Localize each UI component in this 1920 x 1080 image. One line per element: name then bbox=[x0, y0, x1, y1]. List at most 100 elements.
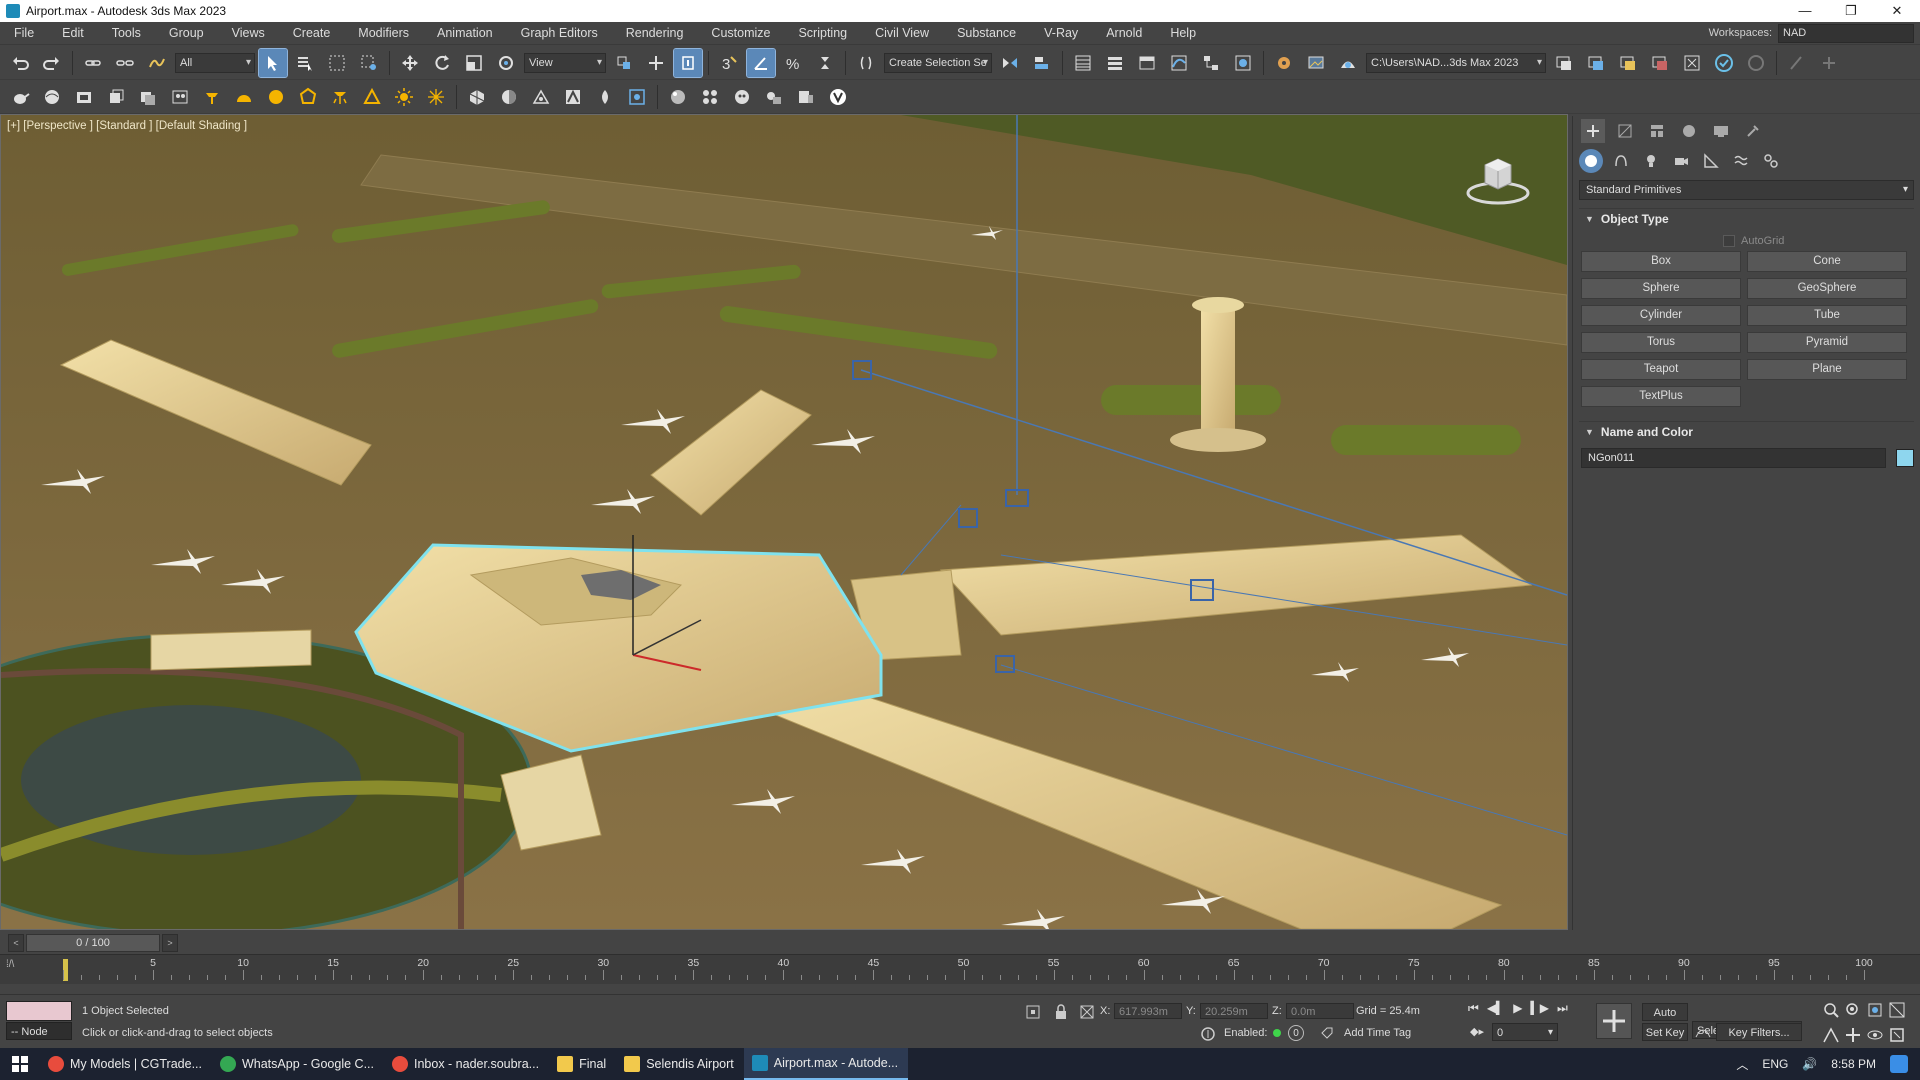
material-editor-compact-icon[interactable] bbox=[760, 83, 788, 111]
perspective-viewport[interactable]: [+] [Perspective ] [Standard ] [Default … bbox=[0, 114, 1568, 930]
key-mode-toggle-icon[interactable]: ◆▸ bbox=[1470, 1025, 1484, 1038]
menu-edit[interactable]: Edit bbox=[48, 22, 98, 45]
show-hidden-icons-icon[interactable]: ︿ bbox=[1736, 1056, 1748, 1073]
project-folder-dropdown[interactable]: C:\Users\NAD...3ds Max 2023 bbox=[1366, 52, 1546, 73]
set-key-button[interactable]: Set Key bbox=[1642, 1023, 1688, 1041]
snaps-toggle-icon[interactable]: 3 bbox=[715, 49, 743, 77]
edit-named-selection-icon[interactable] bbox=[852, 49, 880, 77]
zoom-extents-all-icon[interactable] bbox=[1888, 1001, 1910, 1022]
sphere-button[interactable]: Sphere bbox=[1581, 278, 1741, 299]
taskbar-app-cgtrader[interactable]: My Models | CGTrade... bbox=[40, 1048, 212, 1080]
bind-space-warp-icon[interactable] bbox=[143, 49, 171, 77]
lights-icon[interactable] bbox=[1639, 149, 1663, 173]
maximize-viewport-icon[interactable] bbox=[1888, 1026, 1910, 1047]
previous-key-icon[interactable]: ◀▍ bbox=[1487, 1001, 1505, 1016]
spinner-snap-icon[interactable] bbox=[811, 49, 839, 77]
clock[interactable]: 8:58 PM bbox=[1831, 1057, 1876, 1071]
orbit-icon[interactable] bbox=[1866, 1026, 1888, 1047]
vray-sphere-icon[interactable] bbox=[38, 83, 66, 111]
next-frame-arrow-icon[interactable]: > bbox=[162, 934, 178, 952]
isolate-selection-icon[interactable] bbox=[1024, 1003, 1042, 1021]
check-icon[interactable] bbox=[1710, 49, 1738, 77]
taskbar-app-final-folder[interactable]: Final bbox=[549, 1048, 616, 1080]
taskbar-app-whatsapp[interactable]: WhatsApp - Google C... bbox=[212, 1048, 384, 1080]
modify-tab-icon[interactable] bbox=[1613, 119, 1637, 143]
menu-animation[interactable]: Animation bbox=[423, 22, 507, 45]
menu-file[interactable]: File bbox=[0, 22, 48, 45]
redo-icon[interactable] bbox=[38, 49, 66, 77]
object-type-rollout-header[interactable]: ▼ Object Type bbox=[1579, 208, 1914, 229]
zoom-extents-icon[interactable] bbox=[1866, 1001, 1888, 1022]
layer-explorer-icon[interactable] bbox=[1101, 49, 1129, 77]
z-coordinate-field[interactable]: 0.0m bbox=[1286, 1003, 1354, 1019]
named-selection-set-dropdown[interactable]: Create Selection Se bbox=[884, 52, 992, 73]
vray-mesh-light-icon[interactable] bbox=[294, 83, 322, 111]
align-icon[interactable] bbox=[1028, 49, 1056, 77]
brush-icon[interactable] bbox=[1783, 49, 1811, 77]
close-button[interactable]: ✕ bbox=[1874, 0, 1920, 22]
play-icon[interactable]: ▶ bbox=[1513, 1001, 1522, 1016]
workspaces-dropdown[interactable]: NAD bbox=[1778, 23, 1914, 43]
tube-button[interactable]: Tube bbox=[1747, 305, 1907, 326]
unlink-icon[interactable] bbox=[111, 49, 139, 77]
windows-start-icon[interactable] bbox=[0, 1048, 40, 1080]
vray-render-icon[interactable] bbox=[1582, 49, 1610, 77]
angle-snap-icon[interactable] bbox=[746, 47, 776, 78]
menu-civil-view[interactable]: Civil View bbox=[861, 22, 943, 45]
autogrid-checkbox[interactable]: AutoGrid bbox=[1723, 235, 1920, 247]
default-in-out-tangents-icon[interactable] bbox=[1694, 1023, 1712, 1041]
vray-physical-camera-icon[interactable] bbox=[463, 83, 491, 111]
vray-fur-icon[interactable] bbox=[102, 83, 130, 111]
arnold-render-icon[interactable] bbox=[559, 83, 587, 111]
taskbar-app-inbox[interactable]: Inbox - nader.soubra... bbox=[384, 1048, 549, 1080]
percent-snap-icon[interactable]: % bbox=[779, 49, 807, 77]
teapot-button[interactable]: Teapot bbox=[1581, 359, 1741, 380]
selection-filter-dropdown[interactable]: All bbox=[175, 52, 255, 73]
menu-tools[interactable]: Tools bbox=[98, 22, 155, 45]
vray-light-icon[interactable] bbox=[198, 83, 226, 111]
next-key-icon[interactable]: ▍▶ bbox=[1531, 1001, 1549, 1016]
add-time-tag-label[interactable]: Add Time Tag bbox=[1344, 1027, 1411, 1039]
menu-arnold[interactable]: Arnold bbox=[1092, 22, 1156, 45]
geometry-icon[interactable] bbox=[1579, 149, 1603, 173]
previous-frame-arrow-icon[interactable]: < bbox=[8, 934, 24, 952]
box-button[interactable]: Box bbox=[1581, 251, 1741, 272]
vray-ies-light-icon[interactable] bbox=[326, 83, 354, 111]
time-slider-thumb[interactable]: 0 / 100 bbox=[26, 934, 160, 952]
taskbar-app-selendis-folder[interactable]: Selendis Airport bbox=[616, 1048, 744, 1080]
restore-button[interactable]: ❐ bbox=[1828, 0, 1874, 22]
keyboard-shortcut-override-icon[interactable] bbox=[673, 47, 703, 78]
menu-graph-editors[interactable]: Graph Editors bbox=[507, 22, 612, 45]
vray-proxy-icon[interactable] bbox=[70, 83, 98, 111]
language-indicator[interactable]: ENG bbox=[1762, 1057, 1788, 1071]
display-tab-icon[interactable] bbox=[1709, 119, 1733, 143]
render-setup-icon[interactable] bbox=[1270, 49, 1298, 77]
schematic-view-icon[interactable] bbox=[1197, 49, 1225, 77]
set-key-big-icon[interactable] bbox=[1596, 1003, 1632, 1039]
scale-icon[interactable] bbox=[460, 49, 488, 77]
primitive-category-dropdown[interactable]: Standard Primitives bbox=[1579, 180, 1914, 200]
add-icon[interactable] bbox=[1815, 49, 1843, 77]
vray-material-icon[interactable] bbox=[495, 83, 523, 111]
arnold-light-icon[interactable] bbox=[591, 83, 619, 111]
helpers-icon[interactable] bbox=[1699, 149, 1723, 173]
go-to-end-icon[interactable]: ⏭ bbox=[1557, 1001, 1568, 1016]
menu-modifiers[interactable]: Modifiers bbox=[344, 22, 423, 45]
vray-cloud-icon[interactable] bbox=[1646, 49, 1674, 77]
cone-button[interactable]: Cone bbox=[1747, 251, 1907, 272]
curve-editor-toggle-icon[interactable]: ⁞/\ bbox=[6, 959, 36, 979]
select-manipulate-icon[interactable] bbox=[642, 49, 670, 77]
render-production-icon[interactable] bbox=[1334, 49, 1362, 77]
select-by-name-icon[interactable] bbox=[291, 49, 319, 77]
utilities-tab-icon[interactable] bbox=[1741, 119, 1765, 143]
pan-view-icon[interactable] bbox=[1844, 1026, 1866, 1047]
field-of-view-icon[interactable] bbox=[1822, 1026, 1844, 1047]
torus-button[interactable]: Torus bbox=[1581, 332, 1741, 353]
y-coordinate-field[interactable]: 20.259m bbox=[1200, 1003, 1268, 1019]
adaptive-degradation-icon[interactable] bbox=[1200, 1026, 1216, 1042]
menu-create[interactable]: Create bbox=[279, 22, 345, 45]
plane-button[interactable]: Plane bbox=[1747, 359, 1907, 380]
absolute-mode-icon[interactable] bbox=[1078, 1003, 1096, 1021]
systems-icon[interactable] bbox=[1759, 149, 1783, 173]
notifications-icon[interactable] bbox=[1890, 1055, 1908, 1073]
